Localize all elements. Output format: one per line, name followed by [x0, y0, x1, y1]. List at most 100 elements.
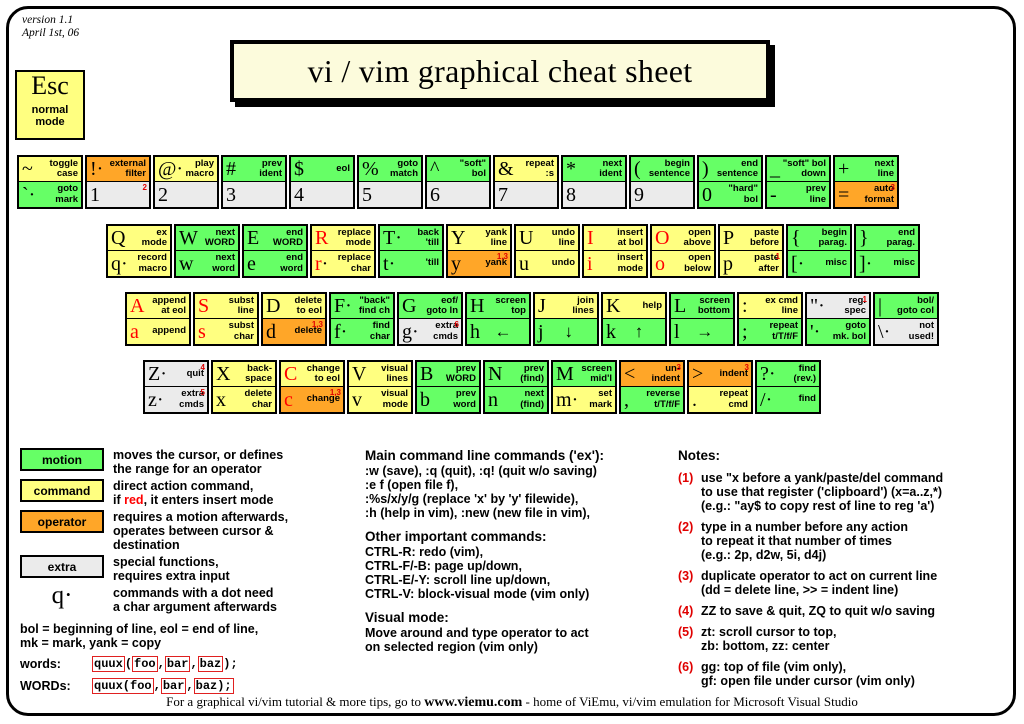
key-half-plain[interactable]: ` · goto mark [19, 182, 81, 207]
key-half-plain[interactable]: i insert mode [584, 251, 646, 276]
key-c[interactable]: Cchange to eol c change 1,3 [279, 360, 345, 414]
key-half-shift[interactable]: {begin parag. [788, 226, 850, 251]
key-half-plain[interactable]: / · find [757, 387, 819, 412]
key-half-shift[interactable]: F · "back" find ch [331, 294, 393, 319]
key-k[interactable]: Khelp k ↑ [601, 292, 667, 346]
key-half-plain[interactable]: u undo [516, 251, 578, 276]
key-half-plain[interactable]: ; repeat t/T/f/F [739, 319, 801, 344]
key-j[interactable]: Jjoin lines j ↓ [533, 292, 599, 346]
key-o[interactable]: Oopen above o open below [650, 224, 716, 278]
key-v[interactable]: Vvisual lines v visual mode [347, 360, 413, 414]
key-half-plain[interactable]: p paste after 1 [720, 251, 782, 276]
key-half-shift[interactable]: Ddelete to eol [263, 294, 325, 319]
key-x[interactable]: > indent 3 . repeat cmd [687, 360, 753, 414]
key-half-shift[interactable]: Khelp [603, 294, 665, 319]
key-half-shift[interactable]: " · reg. spec 1 [807, 294, 869, 319]
key-half-shift[interactable]: ~ toggle case [19, 157, 81, 182]
key-0[interactable]: ) end sentence 0 "hard" bol [697, 155, 763, 209]
key-half-shift[interactable]: Bprev WORD [417, 362, 479, 387]
key-half-shift[interactable]: _ "soft" bol down [767, 157, 829, 182]
key-half-shift[interactable]: ! · external filter [87, 157, 149, 182]
key-half-plain[interactable]: l → [671, 319, 733, 344]
key-x[interactable]: " · reg. spec 1 ' · goto mk. bol [805, 292, 871, 346]
key-half-shift[interactable]: % goto match [359, 157, 421, 182]
key-half-plain[interactable]: y yank 1,3 [448, 251, 510, 276]
key-half-shift[interactable]: @ · play macro [155, 157, 217, 182]
key-half-shift[interactable]: Rreplace mode [312, 226, 374, 251]
key-8[interactable]: * next ident 8 [561, 155, 627, 209]
key-7[interactable]: & repeat :s 7 [493, 155, 559, 209]
key-half-shift[interactable]: | bol/ goto col [875, 294, 937, 319]
key-half-plain[interactable]: 5 [359, 182, 421, 207]
key-x[interactable]: _ "soft" bol down - prev line [765, 155, 831, 209]
key-half-plain[interactable]: s subst char [195, 319, 257, 344]
key-x[interactable]: {begin parag. [· misc [786, 224, 852, 278]
key-half-plain[interactable]: j ↓ [535, 319, 597, 344]
key-half-shift[interactable]: ^ "soft" bol [427, 157, 489, 182]
key-half-shift[interactable]: + next line [835, 157, 897, 182]
key-g[interactable]: Geof/ goto ln g · extra cmds 6 [397, 292, 463, 346]
key-p[interactable]: Ppaste before p paste after 1 [718, 224, 784, 278]
key-half-shift[interactable]: Uundo line [516, 226, 578, 251]
key-h[interactable]: Hscreen top h ← [465, 292, 531, 346]
key-m[interactable]: Mscreen mid'l m · set mark [551, 360, 617, 414]
key-2[interactable]: @ · play macro 2 [153, 155, 219, 209]
key-half-plain[interactable]: t ·'till [380, 251, 442, 276]
key-x[interactable]: | bol/ goto col \ · not used! [873, 292, 939, 346]
key-half-plain[interactable]: w next word [176, 251, 238, 276]
key-half-plain[interactable]: , reverse t/T/f/F [621, 387, 683, 412]
key-4[interactable]: $ eol 4 [289, 155, 355, 209]
key-half-shift[interactable]: & repeat :s [495, 157, 557, 182]
key-half-shift[interactable]: Hscreen top [467, 294, 529, 319]
key-half-shift[interactable]: ) end sentence [699, 157, 761, 182]
key-half-plain[interactable]: 7 [495, 182, 557, 207]
key-half-plain[interactable]: 9 [631, 182, 693, 207]
key-x[interactable]: : ex cmd line; repeat t/T/f/F [737, 292, 803, 346]
key-half-shift[interactable]: Z · quit 4 [145, 362, 207, 387]
key-half-plain[interactable]: - prev line [767, 182, 829, 207]
key-f[interactable]: F · "back" find ch f · find char [329, 292, 395, 346]
key-x[interactable]: } end parag.] · misc [854, 224, 920, 278]
key-half-shift[interactable]: Ppaste before [720, 226, 782, 251]
key-half-plain[interactable]: c change 1,3 [281, 387, 343, 412]
key-half-plain[interactable]: 0 "hard" bol [699, 182, 761, 207]
key-half-shift[interactable]: Xback- space [213, 362, 275, 387]
key-5[interactable]: % goto match 5 [357, 155, 423, 209]
footer-url[interactable]: www.viemu.com [424, 695, 522, 710]
key-half-plain[interactable]: 12 [87, 182, 149, 207]
key-half-plain[interactable]: f · find char [331, 319, 393, 344]
key-half-plain[interactable]: [· misc [788, 251, 850, 276]
key-half-shift[interactable]: Ssubst line [195, 294, 257, 319]
key-half-shift[interactable]: > indent 3 [689, 362, 751, 387]
key-half-plain[interactable]: . repeat cmd [689, 387, 751, 412]
key-half-shift[interactable]: Iinsert at bol [584, 226, 646, 251]
key-half-shift[interactable]: Mscreen mid'l [553, 362, 615, 387]
key-half-shift[interactable]: Lscreen bottom [671, 294, 733, 319]
key-half-shift[interactable]: Vvisual lines [349, 362, 411, 387]
key-half-plain[interactable]: 2 [155, 182, 217, 207]
key-half-shift[interactable]: Nprev (find) [485, 362, 547, 387]
key-half-shift[interactable]: Jjoin lines [535, 294, 597, 319]
key-u[interactable]: Uundo line u undo [514, 224, 580, 278]
key-half-shift[interactable]: ? · find (rev.) [757, 362, 819, 387]
key-half-plain[interactable]: e end word [244, 251, 306, 276]
key-half-plain[interactable]: z · extra cmds 5 [145, 387, 207, 412]
key-half-shift[interactable]: $ eol [291, 157, 353, 182]
key-half-plain[interactable]: b prev word [417, 387, 479, 412]
key-b[interactable]: Bprev WORD b prev word [415, 360, 481, 414]
key-half-shift[interactable]: T · back 'till [380, 226, 442, 251]
key-half-plain[interactable]: q · record macro [108, 251, 170, 276]
key-half-plain[interactable]: d delete 1,3 [263, 319, 325, 344]
key-half-shift[interactable]: Eend WORD [244, 226, 306, 251]
key-x[interactable]: ~ toggle case ` · goto mark [17, 155, 83, 209]
key-half-plain[interactable]: h ← [467, 319, 529, 344]
key-d[interactable]: Ddelete to eol d delete 1,3 [261, 292, 327, 346]
key-half-shift[interactable]: (begin sentence [631, 157, 693, 182]
key-n[interactable]: Nprev (find) n next (find) [483, 360, 549, 414]
key-y[interactable]: Yyank line y yank 1,3 [446, 224, 512, 278]
key-half-shift[interactable]: Wnext WORD [176, 226, 238, 251]
key-l[interactable]: Lscreen bottom l → [669, 292, 735, 346]
key-half-shift[interactable]: } end parag. [856, 226, 918, 251]
key-half-shift[interactable]: Cchange to eol [281, 362, 343, 387]
key-half-shift[interactable]: : ex cmd line [739, 294, 801, 319]
